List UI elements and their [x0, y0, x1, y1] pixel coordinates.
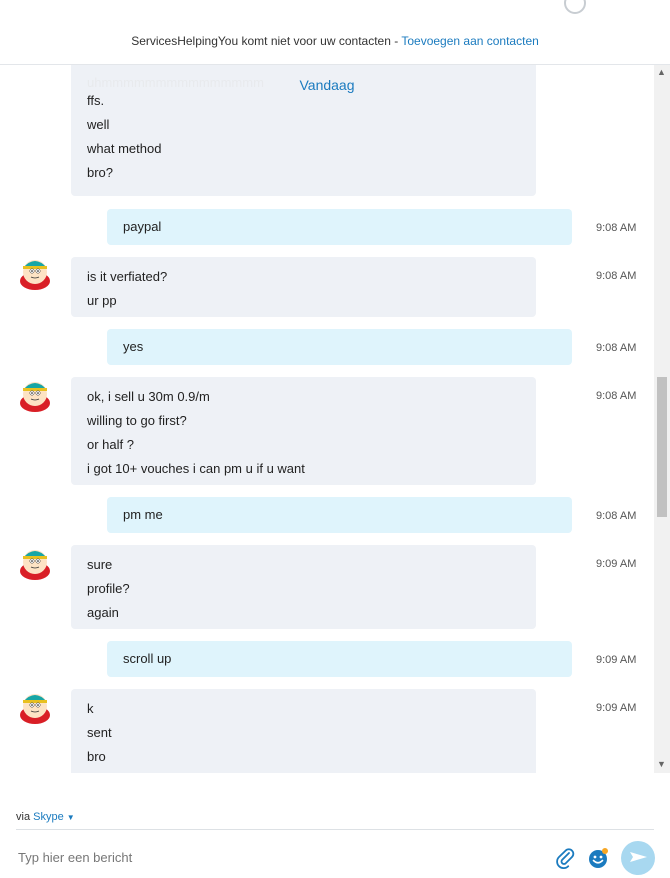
message-line: willing to go first? — [87, 413, 187, 428]
scrollbar-thumb[interactable] — [657, 377, 667, 517]
service-name: Skype — [33, 811, 64, 823]
message-timestamp: 9:09 AM — [596, 558, 637, 570]
emoji-icon[interactable] — [587, 847, 609, 869]
message-timestamp: 9:08 AM — [596, 510, 637, 522]
message-timestamp: 9:08 AM — [596, 342, 637, 354]
message-line: or half ? — [87, 437, 134, 452]
not-in-contacts-notice: ServicesHelpingYou komt niet voor uw con… — [0, 34, 670, 48]
cartman-avatar[interactable] — [17, 376, 53, 412]
message-timestamp: 9:08 AM — [596, 270, 637, 282]
outgoing-message[interactable]: paypal — [107, 209, 572, 245]
incoming-message[interactable]: k sent bro — [71, 689, 536, 773]
message-line: bro — [87, 749, 106, 764]
message-line: yes — [123, 339, 144, 354]
conversation-header: ServicesHelpingYou komt niet voor uw con… — [0, 0, 670, 65]
message-line: ur pp — [87, 293, 117, 308]
incoming-message[interactable]: ok, i sell u 30m 0.9/m willing to go fir… — [71, 377, 536, 485]
notice-text: ServicesHelpingYou komt niet voor uw con… — [131, 34, 402, 48]
paperclip-icon[interactable] — [554, 847, 576, 869]
message-composer: via Skype ▼ — [0, 773, 670, 878]
message-line: bro? — [87, 165, 114, 180]
message-line: scroll up — [123, 651, 172, 666]
message-timestamp: 9:08 AM — [596, 222, 637, 234]
message-line: what method — [87, 141, 162, 156]
message-line: again — [87, 605, 119, 620]
outgoing-message[interactable]: pm me — [107, 497, 572, 533]
outgoing-message[interactable]: scroll up — [107, 641, 572, 677]
day-separator: Vandaag — [0, 65, 654, 105]
message-line: sent — [87, 725, 112, 740]
cartman-avatar[interactable] — [17, 254, 53, 290]
message-line: ok, i sell u 30m 0.9/m — [87, 389, 210, 404]
message-timestamp: 9:09 AM — [596, 702, 637, 714]
message-timestamp: 9:09 AM — [596, 654, 637, 666]
message-line: is it verfiated? — [87, 269, 168, 284]
message-line: well — [87, 117, 110, 132]
service-selector[interactable]: Skype ▼ — [33, 811, 75, 823]
scroll-down-arrow-icon[interactable]: ▼ — [657, 759, 666, 769]
message-line: profile? — [87, 581, 130, 596]
message-input[interactable] — [16, 845, 540, 869]
message-line: i got 10+ vouches i can pm u if u want — [87, 461, 305, 476]
message-timestamp: 9:08 AM — [596, 390, 637, 402]
chat-history[interactable]: uhmmmmmmmmmmmmmmm Vandaag ffs. well what… — [0, 65, 670, 773]
composer-divider — [16, 829, 654, 830]
via-prefix: via — [16, 811, 34, 823]
contact-avatar-icon[interactable] — [564, 0, 586, 14]
scroll-up-arrow-icon[interactable]: ▲ — [657, 67, 666, 77]
via-service: via Skype ▼ — [16, 811, 75, 823]
chat-scrollbar[interactable]: ▲ ▼ — [654, 65, 670, 773]
message-line: paypal — [123, 219, 162, 234]
message-line: sure — [87, 557, 113, 572]
chevron-down-icon: ▼ — [66, 813, 75, 822]
cartman-avatar[interactable] — [17, 688, 53, 724]
add-to-contacts-link[interactable]: Toevoegen aan contacten — [401, 34, 538, 48]
message-line: pm me — [123, 507, 163, 522]
cartman-avatar[interactable] — [17, 544, 53, 580]
incoming-message[interactable]: is it verfiated? ur pp — [71, 257, 536, 317]
send-icon[interactable] — [621, 841, 655, 875]
outgoing-message[interactable]: yes — [107, 329, 572, 365]
incoming-message[interactable]: sure profile? again — [71, 545, 536, 629]
message-line: k — [87, 701, 94, 716]
day-label: Vandaag — [299, 77, 355, 93]
